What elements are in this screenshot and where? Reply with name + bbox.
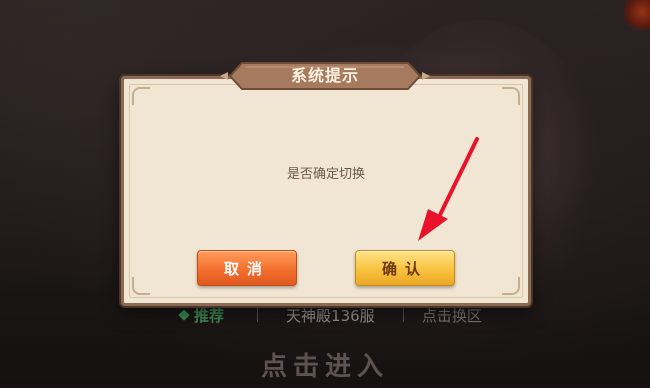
enter-game-button[interactable]: 点击进入 [0,346,650,383]
corner-ornament [502,87,520,105]
recommend-diamond-icon [178,309,190,321]
confirm-button[interactable]: 确认 [355,250,455,286]
server-name[interactable]: 天神殿136服 [258,305,403,326]
corner-ornament [132,277,150,295]
corner-ornament [132,87,150,105]
cancel-button[interactable]: 取消 [197,250,297,286]
dialog-title-plate: 系统提示 [220,60,430,92]
recommend-tag: 推荐 [178,305,257,326]
recommend-tag-label: 推荐 [194,306,225,325]
annotation-arrow-icon [418,137,479,241]
switch-server-button[interactable]: 点击换区 [404,305,500,326]
server-bar: 推荐 天神殿136服 点击换区 [160,303,500,327]
corner-ornament [502,277,520,295]
dialog-title: 系统提示 [290,66,359,85]
